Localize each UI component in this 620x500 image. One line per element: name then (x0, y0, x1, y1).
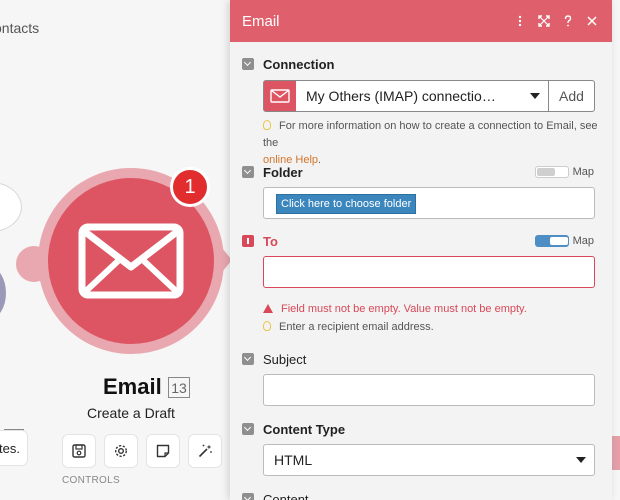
to-input[interactable] (263, 256, 595, 288)
folder-label: Folder (263, 164, 303, 180)
to-map-label: Map (572, 235, 594, 247)
content-label: Content (263, 491, 309, 500)
settings-button[interactable] (104, 434, 138, 468)
scenario-title: ontacts (0, 20, 40, 36)
expand-icon (538, 15, 550, 27)
warning-icon (263, 304, 273, 313)
module-name: Email (103, 374, 162, 399)
connection-hint: For more information on how to create a … (263, 118, 603, 169)
content-type-section: Content Type (242, 420, 594, 438)
help-button[interactable] (556, 9, 580, 33)
to-hint-text: Enter a recipient email address. (279, 321, 434, 333)
content-section: Content (242, 490, 594, 500)
content-type-collapse-toggle[interactable] (242, 423, 254, 435)
operations-badge[interactable]: 1 (170, 167, 210, 207)
folder-map-toggle[interactable]: Map (534, 166, 594, 178)
add-connection-button[interactable]: Add (549, 81, 594, 111)
save-icon (72, 444, 86, 458)
gear-icon (114, 444, 128, 458)
more-button[interactable] (508, 9, 532, 33)
connection-hint-text: For more information on how to create a … (263, 120, 598, 149)
module-action: Create a Draft (87, 405, 175, 421)
note-icon (156, 444, 170, 458)
chevron-down-icon (530, 93, 540, 99)
to-collapse-toggle[interactable] (242, 235, 254, 247)
expand-button[interactable] (532, 9, 556, 33)
content-type-value: HTML (274, 452, 313, 468)
other-module[interactable] (0, 266, 6, 320)
magic-wand-icon (198, 444, 212, 458)
previous-module[interactable] (0, 182, 22, 232)
content-collapse-toggle[interactable] (242, 493, 254, 500)
to-error: Field must not be empty. Value must not … (263, 303, 527, 315)
panel-title: Email (242, 12, 280, 30)
content-type-select[interactable]: HTML (263, 444, 595, 476)
subject-input[interactable] (263, 374, 595, 406)
connection-value: My Others (IMAP) connectio… (306, 88, 496, 104)
envelope-icon (78, 223, 184, 299)
folder-section: Folder Map (242, 163, 594, 181)
folder-map-switch[interactable] (534, 166, 569, 178)
to-map-toggle[interactable]: Map (534, 235, 594, 247)
lightbulb-icon (263, 321, 271, 331)
envelope-icon (270, 89, 290, 103)
subject-label: Subject (263, 351, 307, 367)
controls-label: CONTROLS (62, 475, 120, 486)
folder-field: Click here to choose folder (263, 187, 595, 219)
auto-align-button[interactable] (188, 434, 222, 468)
more-icon (518, 15, 522, 27)
help-icon (564, 15, 572, 27)
to-label: To (263, 233, 278, 249)
to-hint: Enter a recipient email address. (263, 319, 434, 336)
connection-section: Connection (242, 55, 594, 73)
close-button[interactable] (580, 9, 604, 33)
content-type-label: Content Type (263, 421, 346, 437)
to-map-switch[interactable] (534, 235, 569, 247)
lightbulb-icon (263, 120, 271, 130)
connection-label: Connection (263, 56, 335, 72)
connection-app-icon (264, 81, 296, 111)
subject-section: Subject (242, 350, 594, 368)
to-error-text: Field must not be empty. Value must not … (281, 303, 527, 315)
connection-select[interactable]: My Others (IMAP) connectio… (296, 81, 549, 111)
notes-control-button[interactable] (146, 434, 180, 468)
save-button[interactable] (62, 434, 96, 468)
chevron-down-icon (576, 457, 586, 463)
module-id: 13 (168, 377, 190, 398)
notes-button[interactable]: tes. (0, 430, 28, 466)
to-section: To Map (242, 232, 594, 250)
choose-folder-button[interactable]: Click here to choose folder (276, 194, 417, 214)
folder-collapse-toggle[interactable] (242, 166, 254, 178)
panel-header: Email (230, 0, 612, 42)
subject-collapse-toggle[interactable] (242, 353, 254, 365)
close-icon (587, 16, 597, 26)
folder-map-label: Map (572, 166, 594, 178)
module-settings-panel: Email Connection My Others (IMAP) connec… (230, 0, 612, 500)
connection-picker: My Others (IMAP) connectio… Add (263, 80, 595, 112)
connection-collapse-toggle[interactable] (242, 58, 254, 70)
